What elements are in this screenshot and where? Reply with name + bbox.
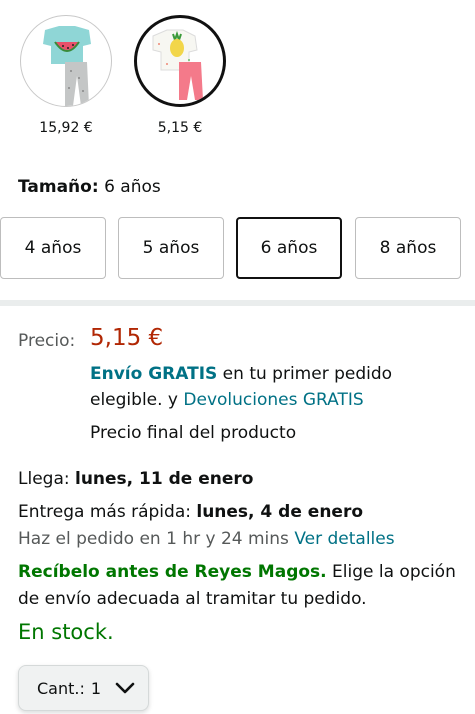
order-within-text: Haz el pedido en 1 hr y 24 mins [18, 529, 295, 549]
promo-line: Recíbelo antes de Reyes Magos. Elige la … [18, 559, 456, 585]
shipping-line: Envío GRATIS en tu primer pedido [90, 361, 392, 387]
swatch-watermelon[interactable]: 15,92 € [20, 15, 112, 136]
swatch-pineapple[interactable]: 5,15 € [134, 15, 226, 136]
quantity-dropdown[interactable]: Cant.: 1 [18, 665, 149, 711]
arrival-line: Llega: lunes, 11 de enero [18, 466, 253, 492]
chevron-down-icon [115, 682, 135, 694]
free-returns-link[interactable]: Devoluciones GRATIS [183, 390, 363, 410]
size-option-8[interactable]: 8 años [355, 217, 461, 279]
size-options: 4 años 5 años 6 años 8 años [0, 217, 475, 279]
size-label-value: 6 años [104, 177, 161, 197]
size-option-5[interactable]: 5 años [118, 217, 224, 279]
promo-highlight: Recíbelo antes de Reyes Magos. [18, 562, 327, 582]
fastest-delivery-label: Entrega más rápida: [18, 502, 197, 522]
pineapple-pajama-image [134, 15, 226, 107]
quantity-value: 1 [90, 678, 102, 698]
size-label-title: Tamaño: [18, 177, 99, 197]
stock-status: En stock. [18, 620, 114, 644]
price-label: Precio: [18, 331, 76, 351]
fastest-delivery-date: lunes, 4 de enero [196, 502, 364, 522]
free-shipping-link[interactable]: Envío GRATIS [90, 364, 217, 384]
swatch-price: 5,15 € [157, 120, 203, 136]
order-within-line: Haz el pedido en 1 hr y 24 mins Ver deta… [18, 526, 395, 552]
size-option-4[interactable]: 4 años [0, 217, 106, 279]
color-swatches: 15,92 € 5,15 € [20, 15, 248, 136]
swatch-price: 15,92 € [39, 120, 93, 136]
returns-line: elegible. y Devoluciones GRATIS [90, 387, 364, 413]
price-value: 5,15 € [90, 325, 164, 351]
watermelon-pajama-image [20, 15, 112, 107]
fastest-delivery-line: Entrega más rápida: lunes, 4 de enero [18, 499, 363, 525]
promo-text: Elige la opción [326, 562, 456, 582]
quantity-label: Cant.: [37, 678, 85, 698]
size-label: Tamaño: 6 años [18, 177, 161, 197]
arrival-label: Llega: [18, 469, 75, 489]
size-option-6[interactable]: 6 años [236, 217, 342, 279]
promo-line-2: de envío adecuada al tramitar tu pedido. [18, 589, 367, 609]
shipping-text: en tu primer pedido [217, 364, 393, 384]
returns-prefix: elegible. y [90, 390, 184, 410]
final-price-note: Precio final del producto [90, 423, 297, 443]
section-divider [0, 300, 475, 306]
details-link[interactable]: Ver detalles [294, 529, 394, 549]
arrival-date: lunes, 11 de enero [75, 469, 254, 489]
